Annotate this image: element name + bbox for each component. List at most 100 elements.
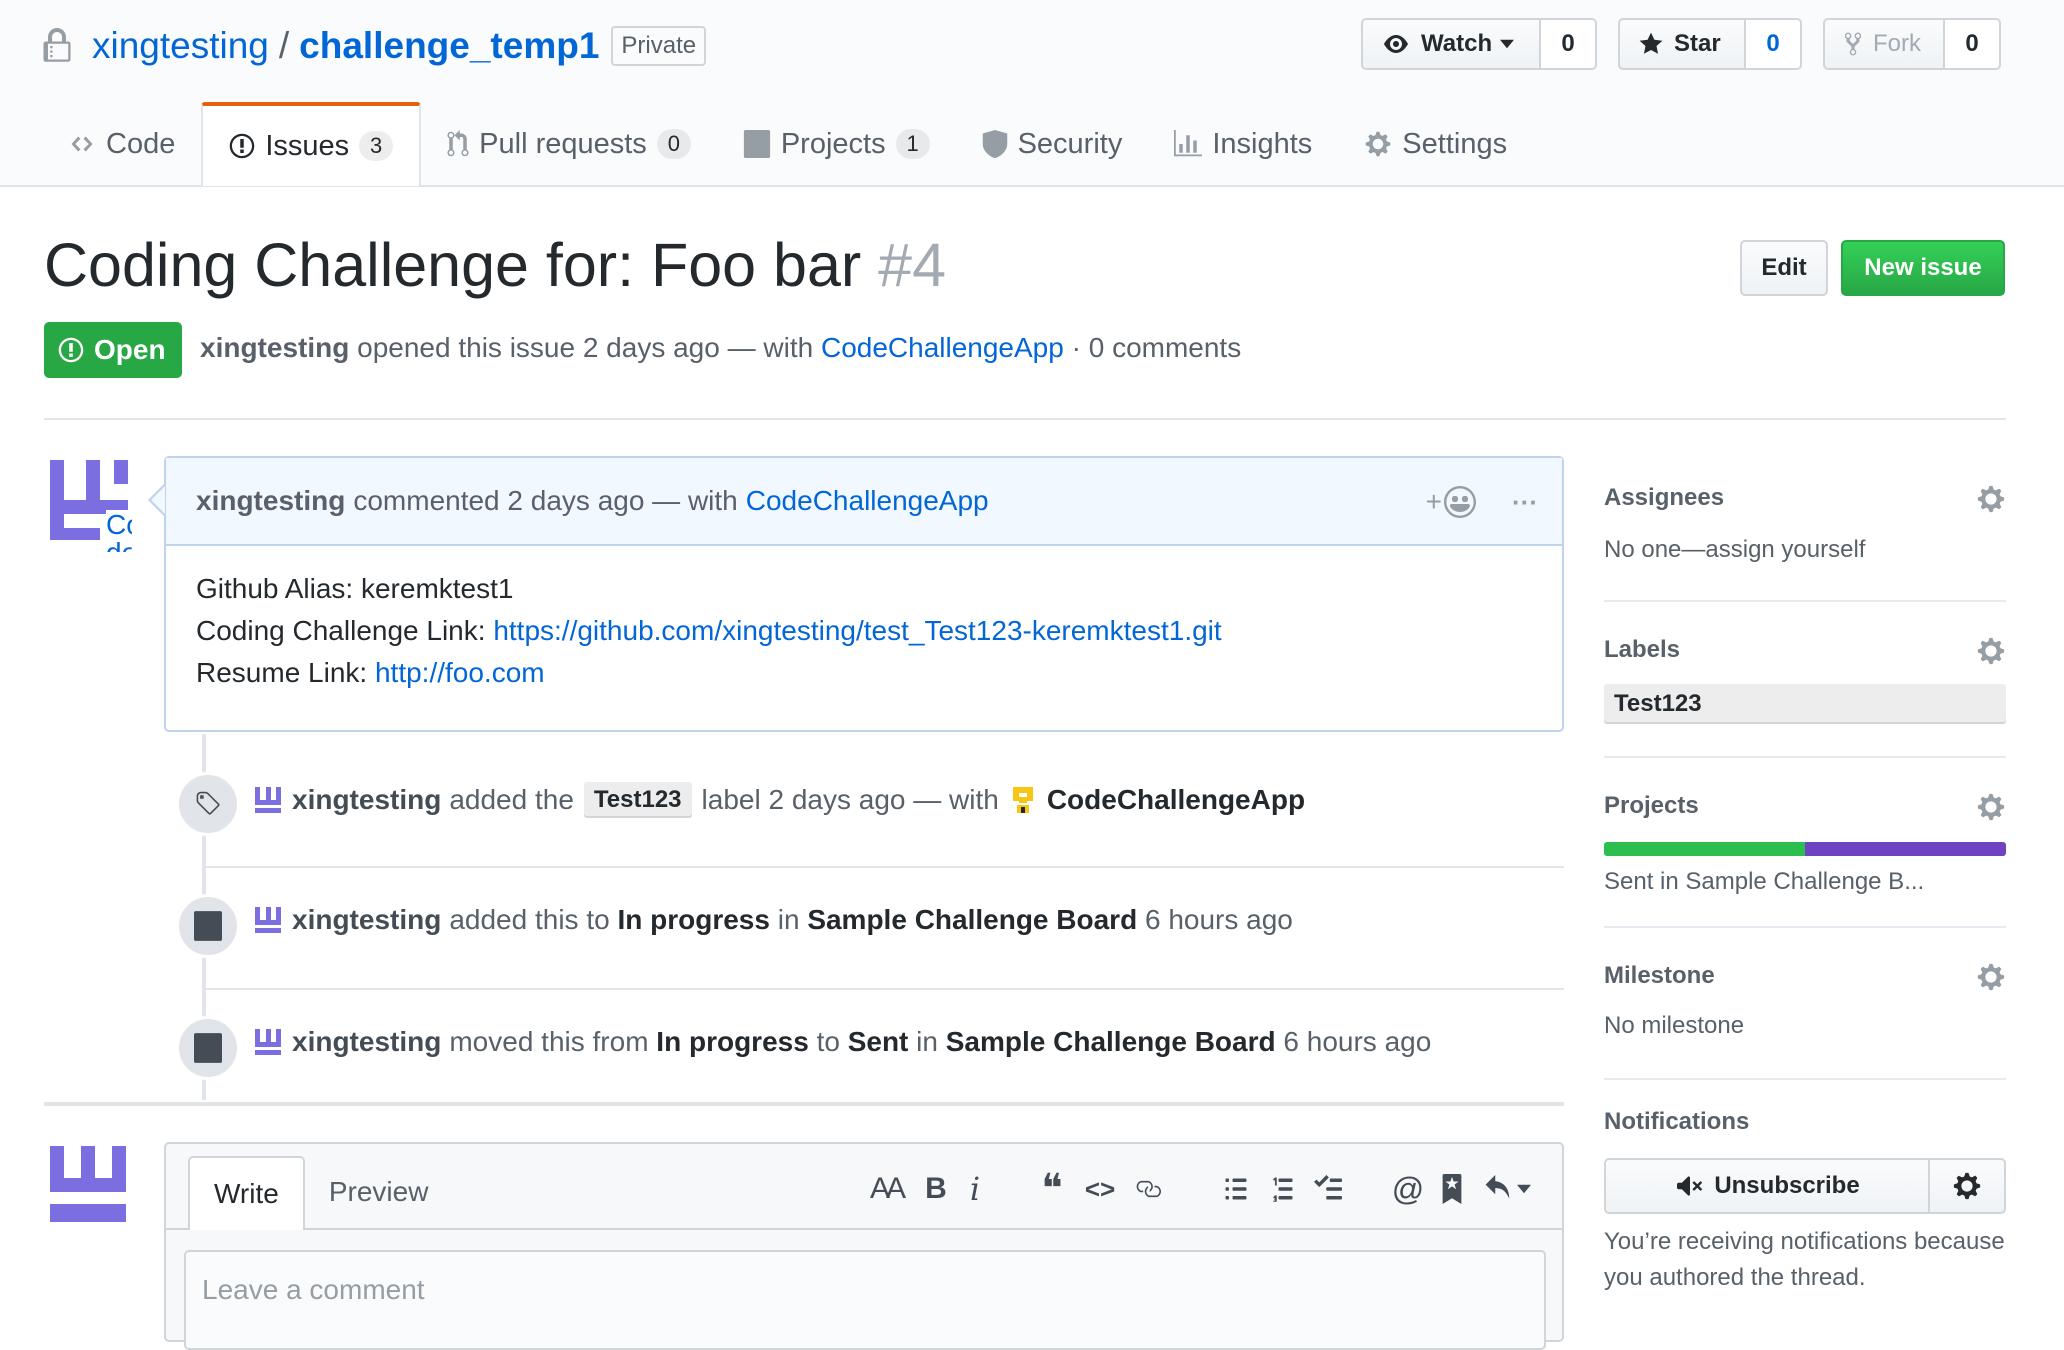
challenge-link[interactable]: https://github.com/xingtesting/test_Test… (493, 615, 1221, 646)
tasklist-icon[interactable] (1308, 1175, 1348, 1203)
tab-code-label: Code (106, 127, 176, 160)
project-badge (176, 894, 240, 958)
watch-count[interactable]: 0 (1541, 18, 1597, 70)
issue-author-link[interactable]: xingtesting (200, 332, 349, 363)
divider (44, 418, 2006, 420)
gear-icon[interactable] (1976, 636, 2006, 666)
resume-link[interactable]: http://foo.com (375, 657, 545, 688)
sidebar-milestone-title: Milestone (1604, 962, 1715, 989)
star-button[interactable]: Star (1618, 18, 1746, 70)
fork-count[interactable]: 0 (1945, 18, 2001, 70)
avatar[interactable] (254, 1028, 282, 1056)
avatar-alt-text: Co (106, 510, 132, 540)
comment-author-link[interactable]: xingtesting (196, 485, 345, 517)
code-icon[interactable]: <> (1080, 1174, 1120, 1205)
divider (206, 988, 1564, 990)
gear-icon[interactable] (1976, 962, 2006, 992)
new-issue-button[interactable]: New issue (1841, 240, 2005, 296)
list-ordered-icon[interactable] (1262, 1175, 1302, 1203)
sidebar-notifications-title: Notifications (1604, 1108, 1750, 1135)
pulls-counter: 0 (656, 129, 691, 159)
tab-insights[interactable]: Insights (1148, 104, 1338, 184)
repo-name-link[interactable]: challenge_temp1 (299, 25, 599, 67)
star-label: Star (1674, 30, 1721, 57)
star-group: Star 0 (1618, 18, 1802, 74)
tab-write[interactable]: Write (188, 1156, 305, 1230)
comment-textarea[interactable]: Leave a comment (184, 1250, 1546, 1350)
unsubscribe-button[interactable]: Unsubscribe (1604, 1158, 1930, 1214)
assign-yourself-link[interactable]: No one—assign yourself (1604, 536, 2006, 564)
avatar[interactable] (254, 786, 282, 814)
project-board-link[interactable]: Sample Challenge Board (807, 904, 1137, 936)
label-chip[interactable]: Test123 (583, 782, 692, 818)
tab-issues[interactable]: Issues 3 (201, 102, 422, 186)
tab-preview[interactable]: Preview (305, 1156, 453, 1228)
issue-title-text: Coding Challenge for: Foo bar (44, 231, 862, 299)
issue-meta: xingtesting opened this issue 2 days ago… (200, 332, 1241, 364)
issue-app-link[interactable]: CodeChallengeApp (821, 332, 1064, 363)
timeline-text: xingtesting added the Test123 label 2 da… (254, 782, 1305, 818)
gear-icon[interactable] (1976, 792, 2006, 822)
list-unordered-glyph (1225, 1178, 1247, 1200)
edit-button[interactable]: Edit (1740, 240, 1828, 296)
timeline-author-link[interactable]: xingtesting (292, 904, 441, 936)
timeline-text: xingtesting added this to In progress in… (254, 904, 1293, 936)
avatar[interactable] (44, 1142, 132, 1228)
resume-link-label: Resume Link: (196, 657, 375, 688)
label-chip[interactable]: Test123 (1604, 684, 2006, 724)
tab-code[interactable]: Code (42, 104, 201, 184)
comment-actions: + ··· (1426, 458, 1538, 546)
project-board-link[interactable]: Sample Challenge Board (946, 1026, 1276, 1058)
list-ordered-glyph (1273, 1177, 1293, 1202)
timeline-event-moved: xingtesting moved this from In progress … (176, 1010, 1564, 1132)
fork-group: Fork 0 (1823, 18, 2001, 74)
timeline-event-labeled: xingtesting added the Test123 label 2 da… (176, 766, 1564, 888)
bold-icon[interactable]: B (918, 1172, 954, 1206)
link-icon[interactable] (1128, 1176, 1168, 1202)
gear-icon (1366, 131, 1391, 157)
timeline-event-added-to-project: xingtesting added this to In progress in… (176, 888, 1564, 1010)
issue-opened-icon (58, 337, 84, 363)
smiley-icon (1444, 486, 1477, 518)
progress-remaining (1805, 842, 2006, 856)
watch-button[interactable]: Watch (1361, 18, 1541, 70)
comment-arrow-inner (151, 486, 165, 514)
quote-icon[interactable]: ❝ (1032, 1166, 1072, 1212)
status-label: Open (94, 334, 166, 365)
bookmark-icon[interactable] (1432, 1174, 1472, 1204)
milestone-value: No milestone (1604, 1012, 1745, 1039)
tab-security[interactable]: Security (956, 104, 1149, 184)
caret-down-icon (1500, 39, 1515, 49)
comment-app-link[interactable]: CodeChallengeApp (746, 485, 989, 517)
tab-settings[interactable]: Settings (1338, 104, 1533, 184)
kebab-horizontal-icon[interactable]: ··· (1512, 487, 1538, 518)
avatar[interactable]: Co de (44, 456, 132, 552)
repo-title: xingtesting / challenge_temp1 Private (42, 20, 707, 72)
tab-pull-requests[interactable]: Pull requests 0 (421, 104, 717, 184)
notification-settings-button[interactable] (1930, 1158, 2006, 1214)
italic-icon[interactable]: i (960, 1170, 990, 1208)
avatar[interactable] (254, 906, 282, 934)
timeline-author-link[interactable]: xingtesting (292, 1026, 441, 1058)
fork-button[interactable]: Fork (1823, 18, 1945, 70)
gear-icon[interactable] (1976, 484, 2006, 514)
list-unordered-icon[interactable] (1216, 1175, 1256, 1203)
timeline-to-word: to (816, 1026, 840, 1057)
tab-projects[interactable]: Projects 1 (717, 104, 956, 184)
tab-settings-label: Settings (1402, 127, 1508, 160)
project-status-link[interactable]: Sent in Sample Challenge B... (1604, 868, 2006, 896)
lock-icon (43, 28, 71, 62)
notification-reason: You’re receiving notifications because y… (1604, 1228, 2005, 1291)
timeline-app-link[interactable]: CodeChallengeApp (1047, 784, 1305, 816)
timeline-author-link[interactable]: xingtesting (292, 784, 441, 816)
add-reaction-button[interactable]: + (1426, 486, 1477, 518)
mention-icon[interactable]: @ (1388, 1171, 1428, 1208)
tag-icon (196, 791, 220, 815)
reply-icon[interactable] (1480, 1175, 1534, 1203)
repo-owner-link[interactable]: xingtesting (92, 25, 269, 67)
header-text-icon[interactable]: AA (864, 1172, 908, 1206)
tag-badge (176, 772, 240, 836)
project-badge (176, 1016, 240, 1080)
star-count[interactable]: 0 (1746, 18, 1802, 70)
graph-icon (1174, 130, 1203, 157)
